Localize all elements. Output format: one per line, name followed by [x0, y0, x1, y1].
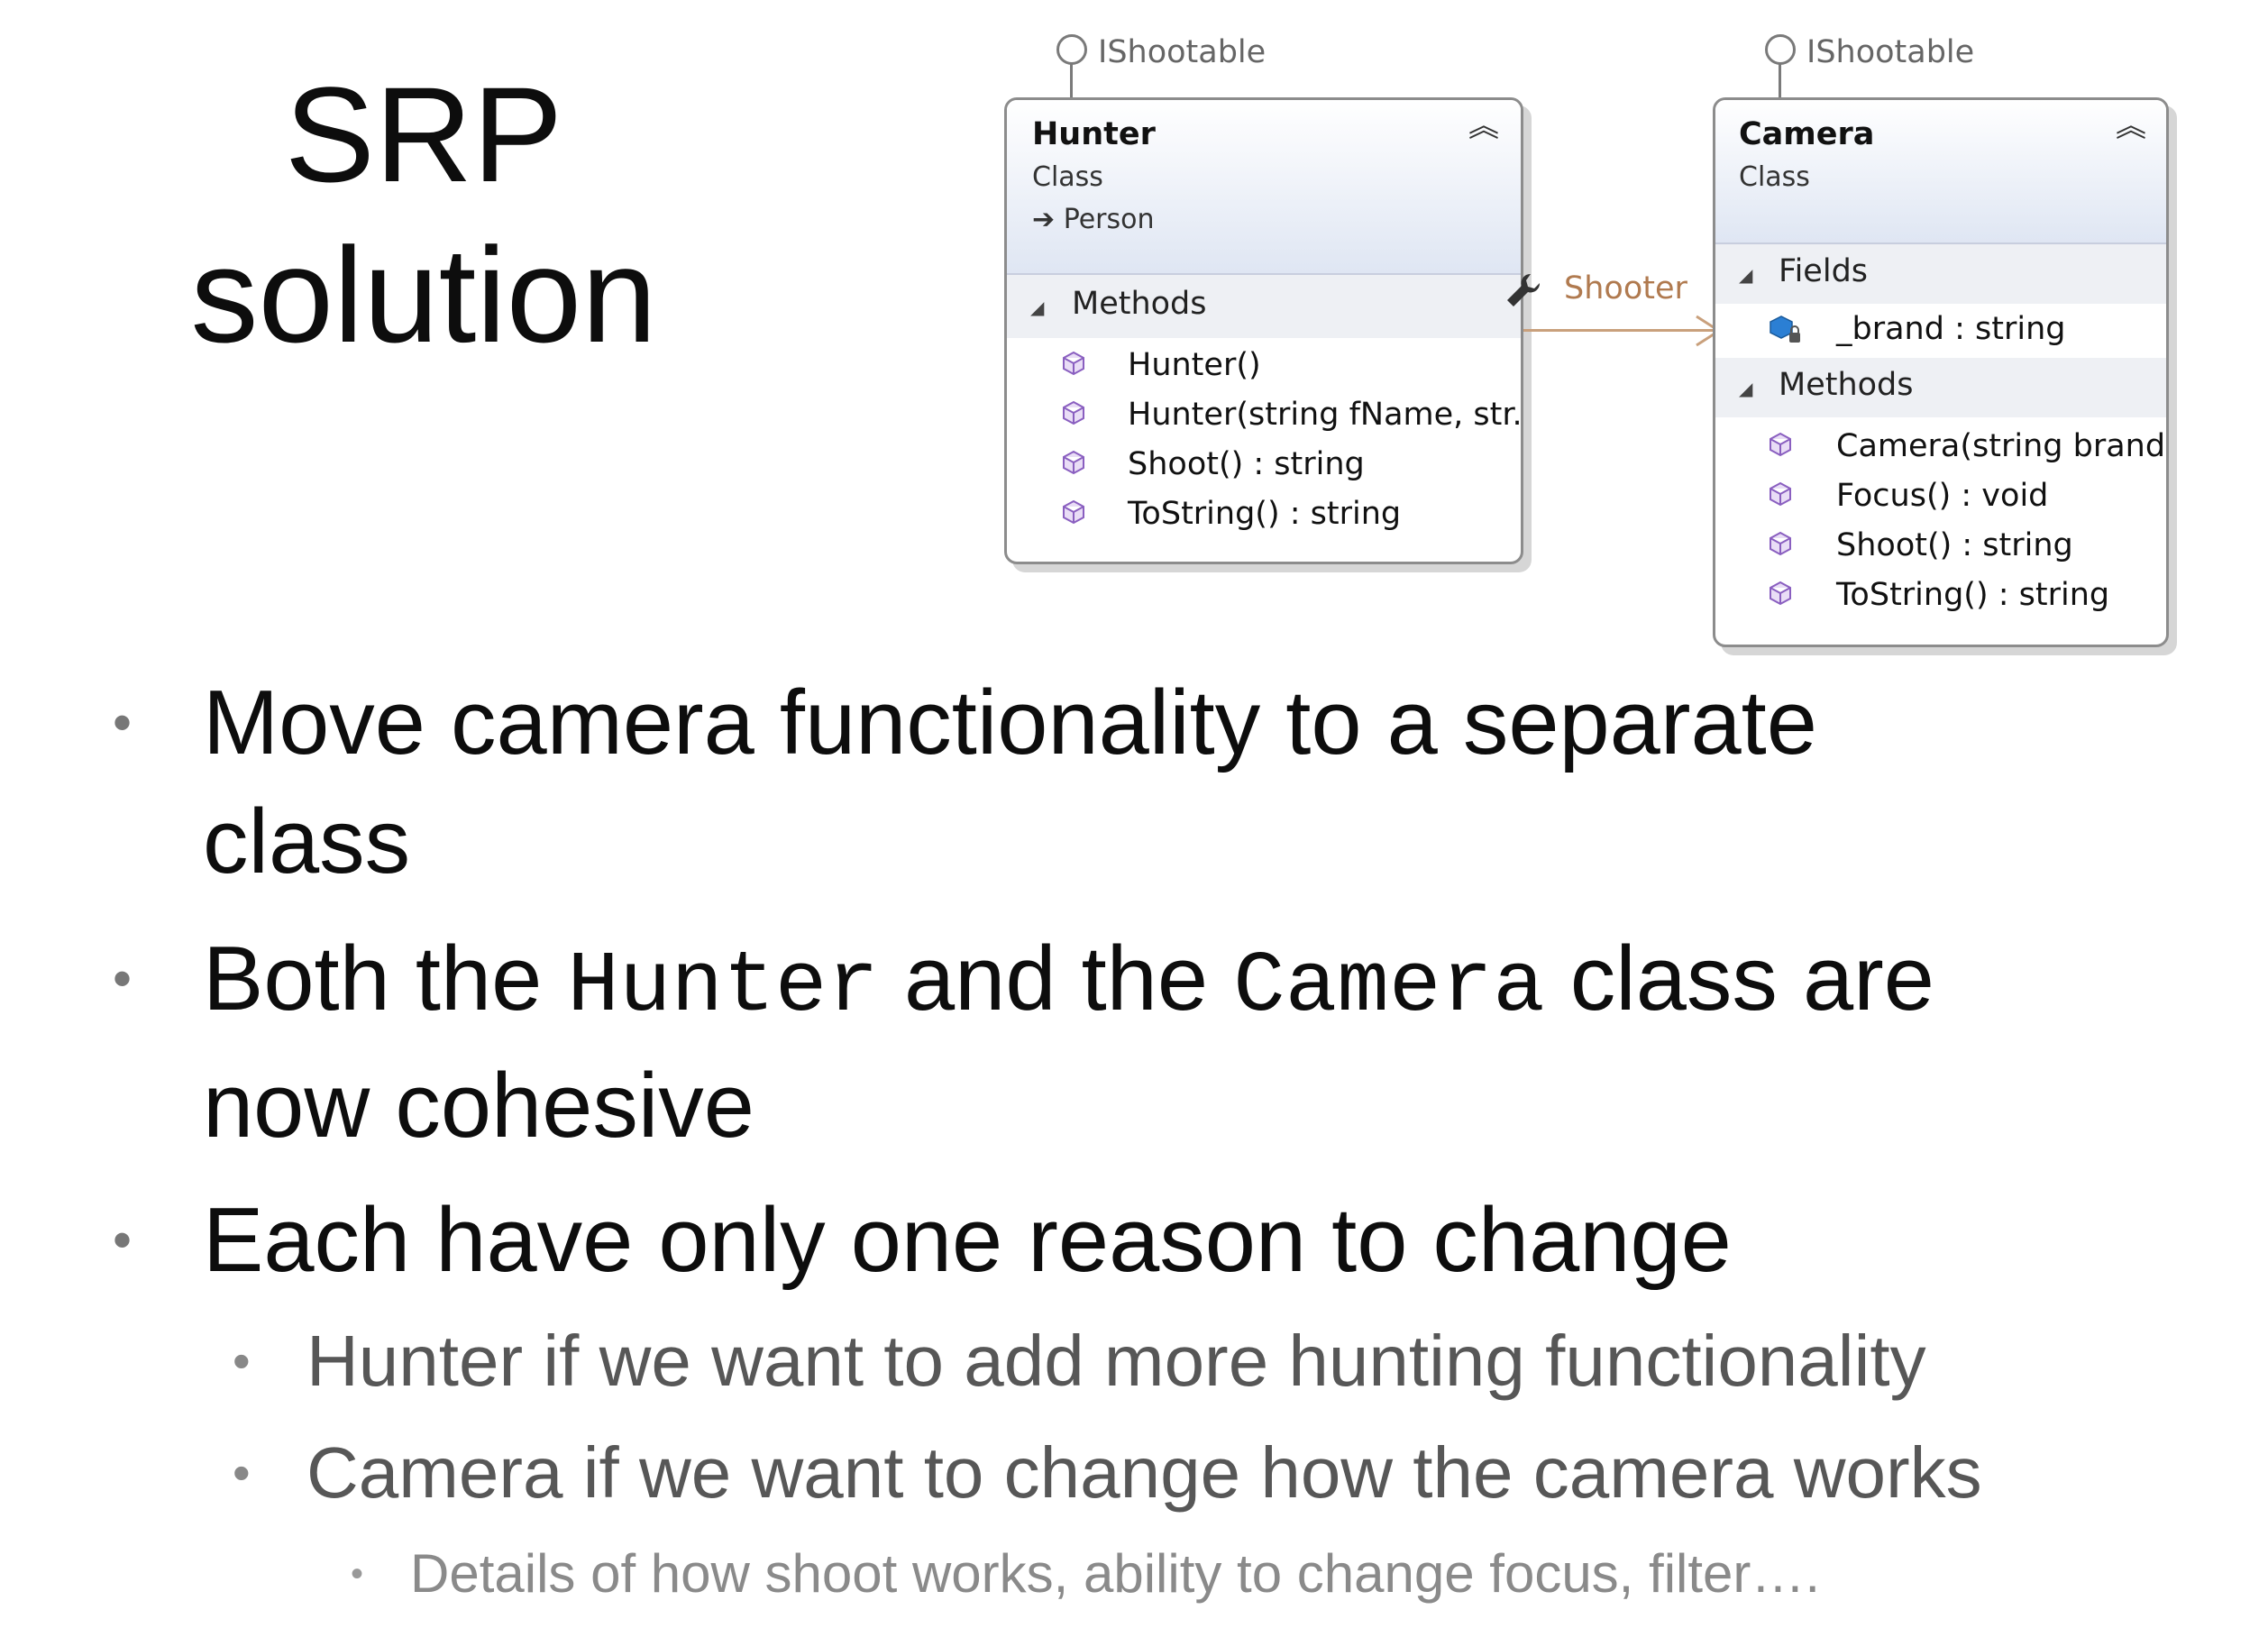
private-field-icon	[1770, 316, 1800, 343]
method-row[interactable]: Hunter()	[1007, 342, 1521, 391]
bullet-3: • Each have only one reason to change	[113, 1181, 2231, 1300]
camera-class-box[interactable]: Camera Class ︽ ◢ Fields _brand : string …	[1713, 97, 2169, 647]
collapse-chevron-icon[interactable]: ︽	[2116, 111, 2146, 142]
camera-class-name: Camera	[1739, 116, 1875, 152]
method-row[interactable]: Camera(string brand)	[1715, 423, 2166, 472]
bullet-dot: •	[233, 1332, 251, 1389]
sub-sub-bullet-1: • Details of how shoot works, ability to…	[351, 1538, 1820, 1610]
expand-triangle-icon: ◢	[1739, 264, 1753, 286]
association-label: Shooter	[1564, 270, 1687, 306]
code-hunter: Hunter	[567, 937, 879, 1036]
expand-triangle-icon: ◢	[1030, 297, 1045, 318]
method-row[interactable]: Shoot() : string	[1715, 522, 2166, 572]
interface-circle-icon	[1765, 34, 1796, 65]
method-row[interactable]: ToString() : string	[1007, 490, 1521, 540]
bullet-dot: •	[233, 1444, 251, 1501]
hunter-base-class: ➔ Person	[1032, 204, 1155, 235]
title-line-2: solution	[190, 219, 657, 370]
sub-bullet-1: • Hunter if we want to add more hunting …	[233, 1316, 1926, 1406]
hunter-interface-label: IShootable	[1098, 34, 1267, 70]
interface-circle-icon	[1056, 34, 1087, 65]
method-cube-icon	[1063, 400, 1084, 425]
bullet-dot: •	[113, 1210, 133, 1270]
bullet-2: • Both the Hunter and the Camera class a…	[113, 919, 2231, 1166]
hunter-class-kind: Class	[1032, 161, 1103, 193]
camera-fields-section[interactable]: ◢ Fields	[1715, 244, 2166, 304]
method-row[interactable]: Hunter(string fName, str...	[1007, 391, 1521, 441]
method-cube-icon	[1770, 481, 1791, 507]
method-row[interactable]: ToString() : string	[1715, 572, 2166, 621]
inherits-arrow-icon: ➔	[1032, 204, 1056, 235]
code-camera: Camera	[1233, 937, 1545, 1036]
camera-class-header: Camera Class ︽	[1715, 100, 2166, 244]
title-line-1: SRP	[284, 59, 563, 210]
hunter-class-box[interactable]: Hunter Class ➔ Person ︽ ◢ Methods Hunter…	[1004, 97, 1523, 564]
camera-methods-list: Camera(string brand) Focus() : void Shoo…	[1715, 417, 2166, 621]
method-cube-icon	[1063, 450, 1084, 475]
method-row[interactable]: Shoot() : string	[1007, 441, 1521, 490]
hunter-methods-section[interactable]: ◢ Methods	[1007, 275, 1521, 338]
method-row[interactable]: Focus() : void	[1715, 472, 2166, 522]
sub-bullet-2: • Camera if we want to change how the ca…	[233, 1428, 1982, 1518]
method-cube-icon	[1770, 581, 1791, 606]
field-row[interactable]: _brand : string	[1715, 304, 2166, 358]
camera-interface-label: IShootable	[1806, 34, 1975, 70]
bullet-dot: •	[113, 692, 133, 753]
hunter-methods-list: Hunter() Hunter(string fName, str... Sho…	[1007, 338, 1521, 540]
method-cube-icon	[1770, 531, 1791, 556]
camera-methods-section[interactable]: ◢ Methods	[1715, 358, 2166, 417]
method-cube-icon	[1770, 432, 1791, 457]
slide-title: SRP solution	[189, 54, 658, 375]
association-line	[1523, 329, 1715, 332]
camera-class-kind: Class	[1739, 161, 1810, 193]
bullet-dot: •	[113, 948, 133, 1009]
expand-triangle-icon: ◢	[1739, 378, 1753, 399]
method-cube-icon	[1063, 499, 1084, 525]
hunter-class-header: Hunter Class ➔ Person ︽	[1007, 100, 1521, 275]
wrench-icon	[1507, 273, 1541, 306]
collapse-chevron-icon[interactable]: ︽	[1468, 111, 1499, 142]
bullet-dot: •	[351, 1554, 364, 1594]
method-cube-icon	[1063, 351, 1084, 376]
bullet-1: • Move camera functionality to a separat…	[113, 663, 2231, 901]
hunter-class-name: Hunter	[1032, 116, 1156, 152]
